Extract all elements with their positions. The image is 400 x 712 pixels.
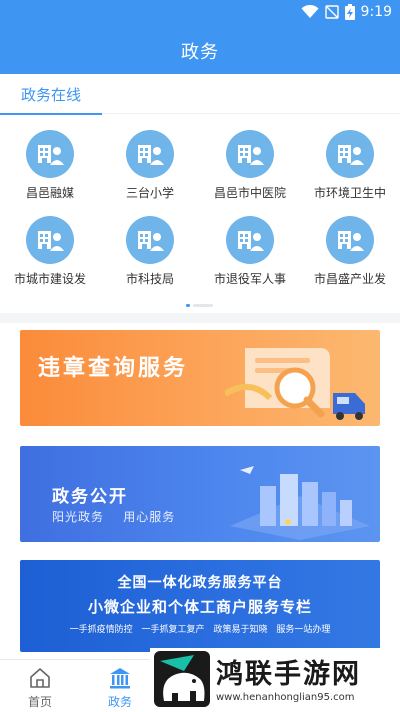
service-item[interactable]: 市科技局 (100, 210, 200, 295)
status-time: 9:19 (360, 4, 392, 20)
service-label: 三台小学 (125, 186, 174, 200)
platform-tag: 一手抓疫情防控 (69, 625, 133, 635)
banner-gov-title: 政务公开 (52, 487, 128, 507)
section-header: 政务在线 (0, 74, 400, 115)
tab-gov-online-label: 政务在线 (20, 85, 81, 104)
status-icons: 9:19 (301, 4, 392, 20)
service-item[interactable]: 市城市建设发 (0, 210, 100, 295)
service-item[interactable]: 昌邑融媒 (0, 124, 100, 209)
service-item[interactable]: 市昌盛产业发 (300, 210, 400, 295)
watermark-url: www.henanhonglian95.com (216, 692, 355, 703)
service-icon (26, 216, 74, 264)
title-bar: 政务 (0, 28, 400, 74)
city-buildings-illustration (230, 466, 370, 540)
banner-platform-tags: 一手抓疫情防控 一手抓复工复产 政策易于知晓 服务一站办理 (20, 622, 380, 635)
elephant-logo-icon (160, 655, 205, 701)
service-icon (26, 130, 74, 178)
service-icon (226, 216, 274, 264)
site-watermark: 鸿联手游网 www.henanhonglian95.com (150, 648, 400, 711)
watermark-logo (154, 651, 210, 707)
page-title: 政务 (181, 42, 219, 63)
tab-gov-online[interactable]: 政务在线 (0, 74, 102, 115)
home-icon (30, 668, 50, 688)
service-icon (126, 216, 174, 264)
banner-violation-title: 违章查询服务 (38, 356, 189, 381)
document-magnifier-illustration (225, 348, 365, 420)
wifi-icon (301, 5, 319, 18)
service-icon (126, 130, 174, 178)
section-divider (0, 313, 400, 323)
no-signal-icon (324, 5, 339, 19)
service-label: 昌邑市中医院 (213, 186, 286, 200)
tab-home[interactable]: 首页 (0, 660, 80, 712)
status-bar: 9:19 (0, 0, 400, 28)
service-label: 昌邑融媒 (25, 186, 74, 200)
government-building-icon (38, 145, 64, 165)
page-indicator (186, 304, 213, 307)
banner-service-platform[interactable]: 全国一体化政务服务平台 小微企业和个体工商户服务专栏 一手抓疫情防控 一手抓复工… (20, 560, 380, 652)
service-item[interactable]: 昌邑市中医院 (200, 124, 300, 209)
banner-gov-subtitle: 阳光政务 用心服务 (52, 510, 176, 524)
service-grid: 昌邑融媒 三台小学 昌邑市中医院 市环境卫生中 市城市建设发 市科技局 市退役军… (0, 124, 400, 294)
government-pillar-icon (110, 668, 130, 689)
service-label: 市昌盛产业发 (313, 272, 386, 286)
banner-platform-line1: 全国一体化政务服务平台 (117, 575, 283, 591)
page-dot-active (186, 304, 190, 307)
government-building-icon (238, 145, 264, 165)
service-label: 市退役军人事 (213, 272, 286, 286)
government-building-icon (338, 231, 364, 251)
service-label: 市城市建设发 (13, 272, 86, 286)
tab-gov[interactable]: 政务 (80, 660, 160, 712)
battery-charging-icon (344, 4, 355, 20)
platform-tag: 服务一站办理 (276, 625, 331, 635)
page-dot (193, 304, 213, 307)
government-building-icon (138, 231, 164, 251)
banner-platform-line2: 小微企业和个体工商户服务专栏 (87, 598, 312, 616)
tab-home-label: 首页 (27, 695, 52, 709)
government-building-icon (138, 145, 164, 165)
service-item[interactable]: 市退役军人事 (200, 210, 300, 295)
watermark-title: 鸿联手游网 (216, 659, 361, 690)
platform-tag: 一手抓复工复产 (141, 625, 205, 635)
service-label: 市科技局 (125, 272, 174, 286)
platform-tag: 政策易于知晓 (213, 625, 268, 635)
tab-underline (0, 113, 102, 115)
service-icon (326, 130, 374, 178)
service-item[interactable]: 三台小学 (100, 124, 200, 209)
tab-gov-label: 政务 (107, 695, 132, 709)
service-label: 市环境卫生中 (313, 186, 386, 200)
government-building-icon (238, 231, 264, 251)
banner-gov-public[interactable]: 政务公开 阳光政务 用心服务 (20, 446, 380, 542)
service-icon (326, 216, 374, 264)
service-item[interactable]: 市环境卫生中 (300, 124, 400, 209)
banner-violation-query[interactable]: 违章查询服务 (20, 330, 380, 426)
service-icon (226, 130, 274, 178)
government-building-icon (38, 231, 64, 251)
government-building-icon (338, 145, 364, 165)
